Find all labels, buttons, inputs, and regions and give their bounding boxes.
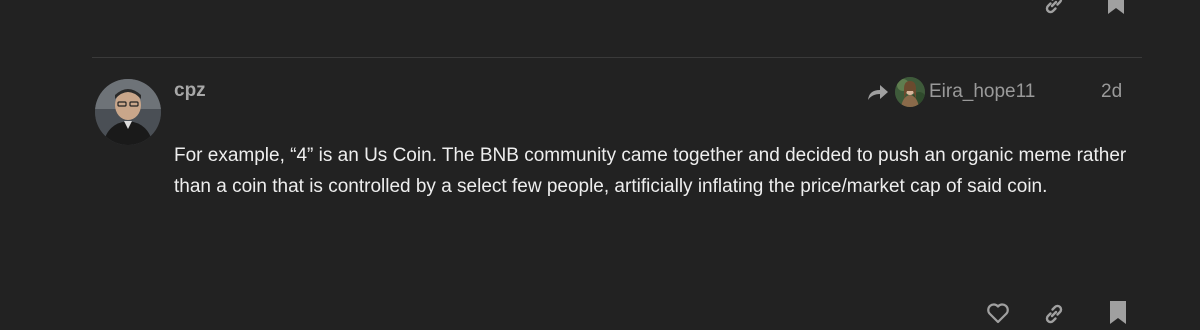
bookmark-icon[interactable]	[1108, 300, 1128, 326]
post-body: For example, “4” is an Us Coin. The BNB …	[174, 145, 1127, 197]
link-icon[interactable]	[1042, 0, 1066, 16]
previous-post-actions	[1040, 0, 1130, 14]
reply-arrow-icon	[866, 82, 890, 102]
heart-icon[interactable]	[986, 302, 1010, 324]
author-username[interactable]: cpz	[174, 80, 206, 102]
post-date[interactable]: 2d	[1101, 81, 1122, 103]
post-divider	[92, 57, 1142, 58]
reply-to-avatar	[895, 77, 925, 107]
link-icon[interactable]	[1042, 302, 1066, 326]
post-actions	[980, 300, 1140, 328]
reply-to-username: Eira_hope11	[929, 81, 1036, 102]
bookmark-icon[interactable]	[1106, 0, 1126, 16]
topic-page: cpz Eira_hope11 2d For example, “4” is a…	[0, 0, 1200, 330]
author-avatar[interactable]	[95, 79, 161, 145]
reply-to-link[interactable]: Eira_hope11	[866, 76, 1035, 108]
